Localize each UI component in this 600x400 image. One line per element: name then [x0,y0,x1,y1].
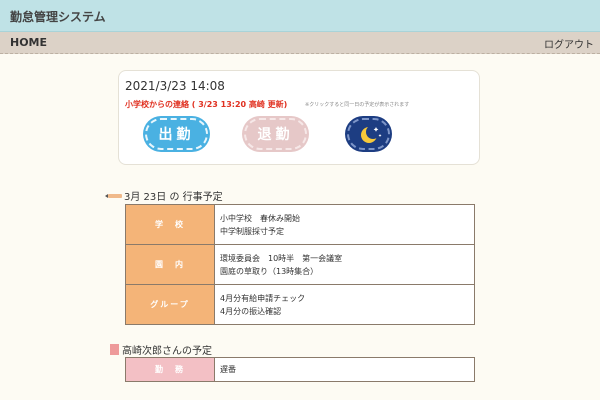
clock-out-label: 退勤 [257,127,294,143]
events-row-body: 小中学校 春休み開始 中学制服採寸予定 [214,204,475,245]
nav-bar: HOME ログアウト [0,32,600,54]
events-row-head: グループ [125,284,215,325]
events-row-body: 環境委員会 10時半 第一会議室 園庭の草取り（13時集合） [214,244,475,285]
home-link[interactable]: HOME [10,36,47,49]
event-line: 4月分の振込確認 [220,306,282,316]
person-section-title: 高崎次郎さんの予定 [110,342,212,357]
current-datetime: 2021/3/23 14:08 [125,79,225,93]
app-title: 勤怠管理システム [10,10,106,24]
events-row-head: 園 内 [125,244,215,285]
app-header: 勤怠管理システム [0,0,600,32]
marker-icon [110,344,119,355]
notice-hint: ※クリックすると同一日の予定が表示されます [305,102,410,108]
event-line: 小中学校 春休み開始 [220,213,300,223]
pencil-icon [105,193,122,198]
event-line: 4月分有給申請チェック [220,293,306,303]
clock-in-label: 出勤 [158,127,195,143]
table-row: グループ 4月分有給申請チェック 4月分の振込確認 [125,284,475,325]
logout-link[interactable]: ログアウト [544,36,594,51]
events-row-body: 4月分有給申請チェック 4月分の振込確認 [214,284,475,325]
person-row-head: 勤 務 [125,357,215,382]
clock-in-button[interactable]: 出勤 [145,118,208,150]
event-line: 園庭の草取り（13時集合） [220,266,319,276]
table-row: 園 内 環境委員会 10時半 第一会議室 園庭の草取り（13時集合） [125,244,475,285]
events-section-title: 3月 23日 の 行事予定 [105,188,223,203]
school-notice-link[interactable]: 小学校からの連絡 ( 3/23 13:20 高崎 更新) [125,99,287,110]
table-row: 学 校 小中学校 春休み開始 中学制服採寸予定 [125,204,475,245]
person-row-value: 遅番 [214,357,475,382]
clock-card: 2021/3/23 14:08 小学校からの連絡 ( 3/23 13:20 高崎… [118,70,480,165]
events-table: 学 校 小中学校 春休み開始 中学制服採寸予定 園 内 環境委員会 10時半 第… [125,204,475,325]
moon-stars-icon [360,125,381,143]
event-line: 環境委員会 10時半 第一会議室 [220,253,343,263]
person-title-text: 高崎次郎さんの予定 [122,346,212,357]
events-title-text: 3月 23日 の 行事予定 [124,192,223,203]
person-schedule-table: 勤 務 遅番 [125,357,475,382]
event-line: 中学制服採寸予定 [220,226,284,236]
clock-out-button[interactable]: 退勤 [244,118,307,150]
night-shift-button[interactable] [347,118,390,150]
events-row-head: 学 校 [125,204,215,245]
table-row: 勤 務 遅番 [125,357,475,382]
